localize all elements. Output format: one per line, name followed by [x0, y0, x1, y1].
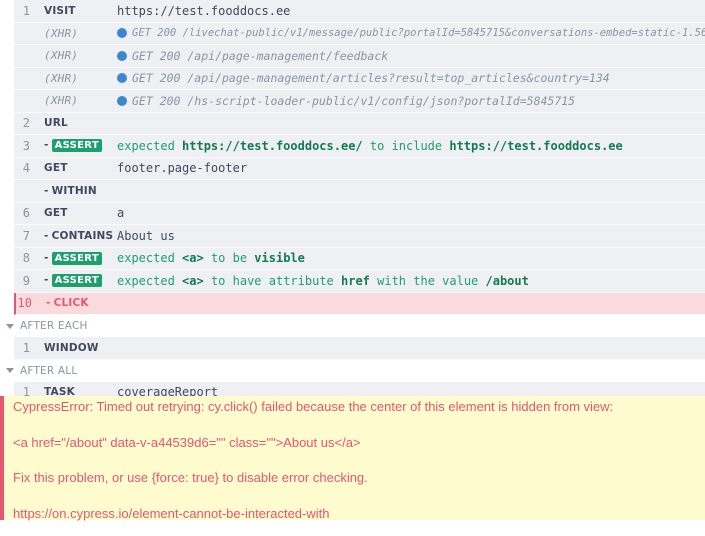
error-element: <a href="/about" data-v-a44539d6="" clas… — [13, 434, 361, 450]
status-dot-icon — [117, 73, 127, 84]
xhr-row[interactable]: (XHR) GET 200 /api/page-management/artic… — [14, 67, 705, 90]
xhr-label: (XHR) — [44, 49, 79, 63]
command-name: WINDOW — [44, 341, 99, 354]
command-row-contains[interactable]: 7 CONTAINS About us — [14, 225, 705, 248]
command-row-visit[interactable]: 1 VISIT https://test.fooddocs.ee — [14, 0, 705, 23]
caret-down-icon — [6, 323, 14, 329]
hook-title: AFTER ALL — [20, 364, 78, 377]
command-name: WITHIN — [30, 185, 117, 197]
command-row-get[interactable]: 4 GET footer.page-footer — [14, 157, 705, 180]
command-log: 1 VISIT https://test.fooddocs.ee (XHR) G… — [6, 0, 705, 404]
command-name: VISIT — [44, 4, 76, 17]
assert-badge: ASSERT — [51, 139, 102, 153]
xhr-label: (XHR) — [44, 94, 79, 108]
command-number: 4 — [22, 161, 30, 176]
command-number: 1 — [22, 3, 30, 18]
command-name: GET — [44, 162, 68, 175]
status-dot-icon — [117, 50, 127, 61]
xhr-row[interactable]: (XHR) GET 200 /hs-script-loader-public/v… — [14, 90, 705, 113]
error-docs-link[interactable]: https://on.cypress.io/element-cannot-be-… — [13, 506, 705, 521]
assert-message: expected https://test.fooddocs.ee/ to in… — [117, 138, 623, 153]
command-row-assert[interactable]: 3 ASSERT expected https://test.fooddocs.… — [14, 135, 705, 158]
command-row-url[interactable]: 2 URL — [14, 112, 705, 135]
command-message: https://test.fooddocs.ee — [117, 3, 291, 18]
command-number: 1 — [22, 340, 30, 355]
command-row-window[interactable]: 1 WINDOW — [14, 337, 705, 360]
xhr-row[interactable]: (XHR) GET 200 /livechat-public/v1/messag… — [14, 22, 705, 45]
command-number: 3 — [22, 138, 30, 153]
command-name: CLICK — [32, 297, 119, 309]
xhr-message: GET 200 /api/page-management/articles?re… — [132, 71, 610, 86]
xhr-message: GET 200 /api/page-management/feedback — [132, 48, 389, 63]
command-number: 6 — [22, 206, 30, 221]
command-message: footer.page-footer — [117, 161, 248, 176]
command-row-assert[interactable]: 8 ASSERT expected <a> to be visible — [14, 247, 705, 270]
error-message: CypressError: Timed out retrying: cy.cli… — [13, 399, 614, 414]
command-row-within[interactable]: WITHIN — [14, 180, 705, 203]
hook-title: AFTER EACH — [20, 320, 88, 332]
command-number: 2 — [22, 116, 30, 131]
hook-after-all-toggle[interactable]: AFTER ALL — [0, 360, 705, 382]
assert-message: expected <a> to be visible — [117, 251, 305, 266]
assert-badge: ASSERT — [51, 274, 102, 288]
xhr-message: GET 200 /hs-script-loader-public/v1/conf… — [132, 93, 576, 108]
command-name: GET — [44, 207, 68, 220]
command-message: a — [117, 206, 125, 221]
command-row-click-failed[interactable]: 10 CLICK — [14, 292, 705, 315]
assert-message: expected <a> to have attribute href with… — [117, 273, 529, 288]
xhr-row[interactable]: (XHR) GET 200 /api/page-management/feedb… — [14, 45, 705, 68]
status-dot-icon — [117, 95, 127, 106]
command-number: 9 — [22, 273, 30, 288]
command-row-assert[interactable]: 9 ASSERT expected <a> to have attribute … — [14, 270, 705, 293]
xhr-label: (XHR) — [44, 71, 79, 85]
status-dot-icon — [117, 28, 127, 39]
xhr-label: (XHR) — [44, 26, 79, 40]
command-message: About us — [117, 228, 175, 243]
error-hint: Fix this problem, or use {force: true} t… — [13, 470, 368, 485]
command-row-get[interactable]: 6 GET a — [14, 202, 705, 225]
hook-after-each-toggle[interactable]: AFTER EACH — [0, 315, 705, 337]
assert-badge: ASSERT — [51, 251, 102, 265]
caret-down-icon — [6, 368, 14, 373]
command-number: 10 — [17, 296, 32, 311]
command-number: 7 — [22, 228, 30, 243]
command-name: URL — [44, 117, 68, 130]
command-number: 8 — [22, 251, 30, 266]
command-name: CONTAINS — [30, 230, 117, 242]
xhr-message: GET 200 /livechat-public/v1/message/publ… — [132, 27, 705, 40]
error-panel: CypressError: Timed out retrying: cy.cli… — [0, 396, 705, 521]
